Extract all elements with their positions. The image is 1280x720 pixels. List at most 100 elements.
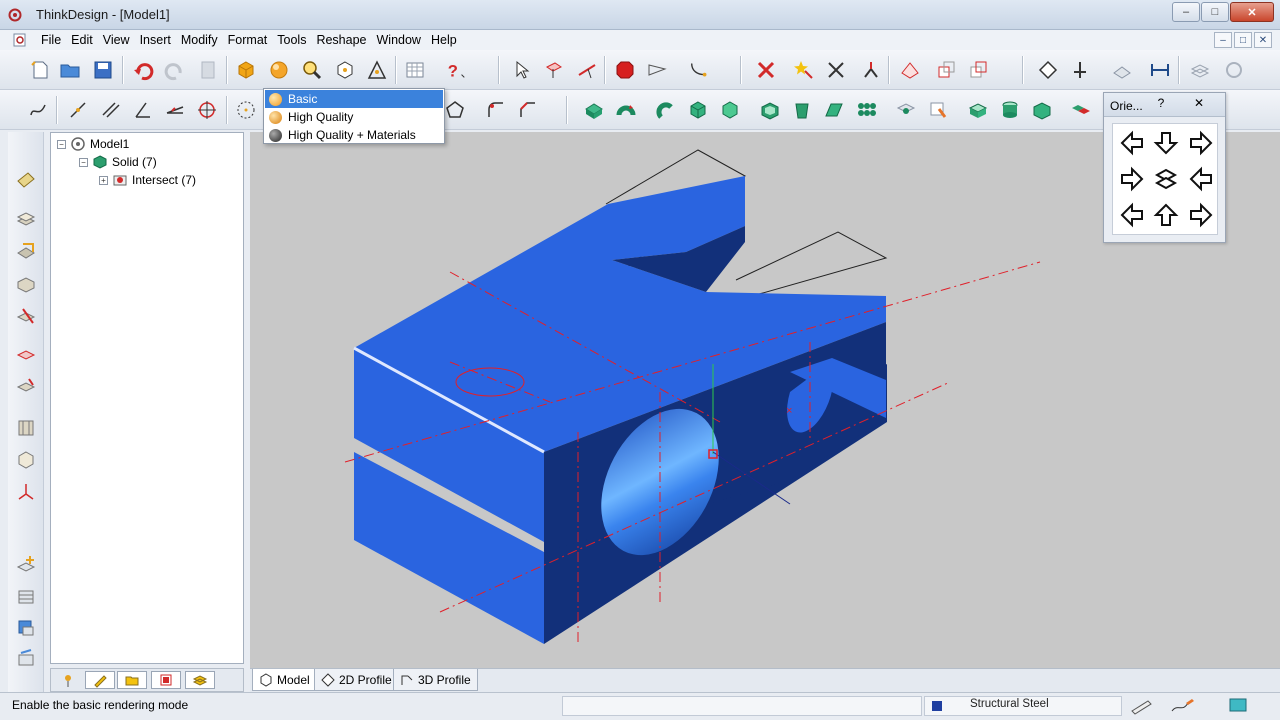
- fillet-icon[interactable]: [484, 98, 508, 122]
- view-cube-icon[interactable]: [333, 58, 357, 82]
- angle-line-icon[interactable]: [131, 98, 155, 122]
- menu-help[interactable]: Help: [426, 33, 462, 47]
- curve-icon[interactable]: [26, 98, 50, 122]
- tree-tab-pencil-icon[interactable]: [85, 671, 115, 689]
- loft-icon[interactable]: [790, 98, 814, 122]
- offset-icon[interactable]: [935, 58, 959, 82]
- sketch-pen-icon[interactable]: [1128, 697, 1158, 715]
- axis-triad-icon[interactable]: [14, 480, 38, 504]
- edit-pen-icon[interactable]: [1168, 697, 1198, 715]
- circle-icon[interactable]: [234, 98, 258, 122]
- tree-node-intersect[interactable]: + Intersect (7): [99, 171, 196, 189]
- orient-right-arrow-icon[interactable]: [1119, 166, 1145, 192]
- orient-up-arrow-icon[interactable]: [1153, 202, 1179, 228]
- box-solid-icon[interactable]: [686, 98, 710, 122]
- new-file-icon[interactable]: [28, 58, 52, 82]
- bisector-icon[interactable]: [163, 98, 187, 122]
- tab-2d-profile[interactable]: 2D Profile: [314, 669, 399, 691]
- tree-node-solid[interactable]: − Solid (7): [79, 153, 157, 171]
- delete-icon[interactable]: [754, 58, 778, 82]
- close-button[interactable]: ✕: [1230, 2, 1274, 22]
- layers-icon[interactable]: [1188, 58, 1212, 82]
- crosshair-icon[interactable]: [195, 98, 219, 122]
- chamfer-icon[interactable]: [516, 98, 540, 122]
- pattern-icon[interactable]: [854, 98, 878, 122]
- material-name[interactable]: Structural Steel: [970, 698, 1049, 710]
- shaded-cube-icon[interactable]: [234, 58, 258, 82]
- box-frame-icon[interactable]: [14, 448, 38, 472]
- boolean-icon[interactable]: [1068, 98, 1092, 122]
- menu-view[interactable]: View: [98, 33, 135, 47]
- layer-render-icon[interactable]: [14, 646, 38, 670]
- cube-solid-icon[interactable]: [718, 98, 742, 122]
- section-icon[interactable]: [14, 342, 38, 366]
- tree-tab-pin-icon[interactable]: [53, 671, 83, 689]
- extrude-icon[interactable]: [582, 98, 606, 122]
- layer-grid-icon[interactable]: [14, 584, 38, 608]
- dimension-icon[interactable]: [1148, 58, 1172, 82]
- tree-tab-layers-icon[interactable]: [185, 671, 215, 689]
- tab-model[interactable]: Model: [252, 669, 317, 691]
- menu-format[interactable]: Format: [223, 33, 273, 47]
- parallel-lines-icon[interactable]: [99, 98, 123, 122]
- workplane-icon[interactable]: [1110, 58, 1134, 82]
- mdi-close-button[interactable]: ✕: [1254, 32, 1272, 48]
- document-icon[interactable]: [12, 32, 28, 48]
- face-solid-icon[interactable]: [966, 98, 990, 122]
- tree-tab-folder-icon[interactable]: [117, 671, 147, 689]
- layer-add-icon[interactable]: [14, 552, 38, 576]
- orient-down-left-arrow-icon[interactable]: [1119, 202, 1145, 228]
- select-arrow-icon[interactable]: [510, 58, 534, 82]
- column-icon[interactable]: [14, 416, 38, 440]
- menu-window[interactable]: Window: [372, 33, 426, 47]
- menu-file[interactable]: File: [36, 33, 66, 47]
- help-icon[interactable]: ?: [444, 58, 468, 82]
- block-icon[interactable]: [1030, 98, 1054, 122]
- menu-reshape[interactable]: Reshape: [311, 33, 371, 47]
- tree-collapse-toggle[interactable]: −: [79, 157, 88, 167]
- tab-3d-profile[interactable]: 3D Profile: [393, 669, 478, 691]
- block-layer-icon[interactable]: [14, 272, 38, 296]
- render-materials-item[interactable]: High Quality + Materials: [265, 126, 443, 144]
- menu-edit[interactable]: Edit: [66, 33, 98, 47]
- plane-stack-icon[interactable]: [14, 238, 38, 262]
- redo-icon[interactable]: [163, 58, 187, 82]
- sketch-plane-icon[interactable]: [14, 168, 38, 192]
- monitor-icon[interactable]: [1228, 697, 1248, 715]
- display-settings-icon[interactable]: [1222, 58, 1246, 82]
- mdi-restore-button[interactable]: □: [1234, 32, 1252, 48]
- layer-blue-icon[interactable]: [14, 616, 38, 640]
- render-mode-icon[interactable]: [267, 58, 291, 82]
- menu-insert[interactable]: Insert: [135, 33, 176, 47]
- trim-icon[interactable]: [824, 58, 848, 82]
- cut-layer-icon[interactable]: [14, 304, 38, 328]
- feature-edit-icon[interactable]: [926, 98, 950, 122]
- minimize-button[interactable]: –: [1172, 2, 1200, 22]
- revolve-icon[interactable]: [614, 98, 638, 122]
- orient-iso-view-icon[interactable]: [1153, 166, 1179, 192]
- clipboard-icon[interactable]: [196, 58, 220, 82]
- tree-node-model[interactable]: − Model1: [57, 135, 129, 153]
- table-icon[interactable]: [403, 58, 427, 82]
- menu-modify[interactable]: Modify: [176, 33, 223, 47]
- sweep-icon[interactable]: [654, 98, 678, 122]
- polygon-icon[interactable]: [443, 98, 467, 122]
- star-tool-icon[interactable]: [792, 58, 816, 82]
- surface-icon[interactable]: [898, 58, 922, 82]
- line-icon[interactable]: [66, 98, 90, 122]
- section-cut-icon[interactable]: [14, 374, 38, 398]
- tree-collapse-toggle[interactable]: −: [57, 139, 66, 149]
- orient-down-arrow-icon[interactable]: [1153, 130, 1179, 156]
- select-face-icon[interactable]: [542, 58, 566, 82]
- mdi-minimize-button[interactable]: –: [1214, 32, 1232, 48]
- filter-icon[interactable]: [645, 58, 669, 82]
- orient-up-right-arrow-icon[interactable]: [1188, 130, 1214, 156]
- draft-icon[interactable]: [822, 98, 846, 122]
- layer-stack-icon[interactable]: [14, 206, 38, 230]
- copy-shape-icon[interactable]: [967, 58, 991, 82]
- save-icon[interactable]: [91, 58, 115, 82]
- solid-select-icon[interactable]: [613, 58, 637, 82]
- tree-expand-toggle[interactable]: +: [99, 175, 108, 185]
- tree-tab-image-icon[interactable]: [151, 671, 181, 689]
- maximize-button[interactable]: □: [1201, 2, 1229, 22]
